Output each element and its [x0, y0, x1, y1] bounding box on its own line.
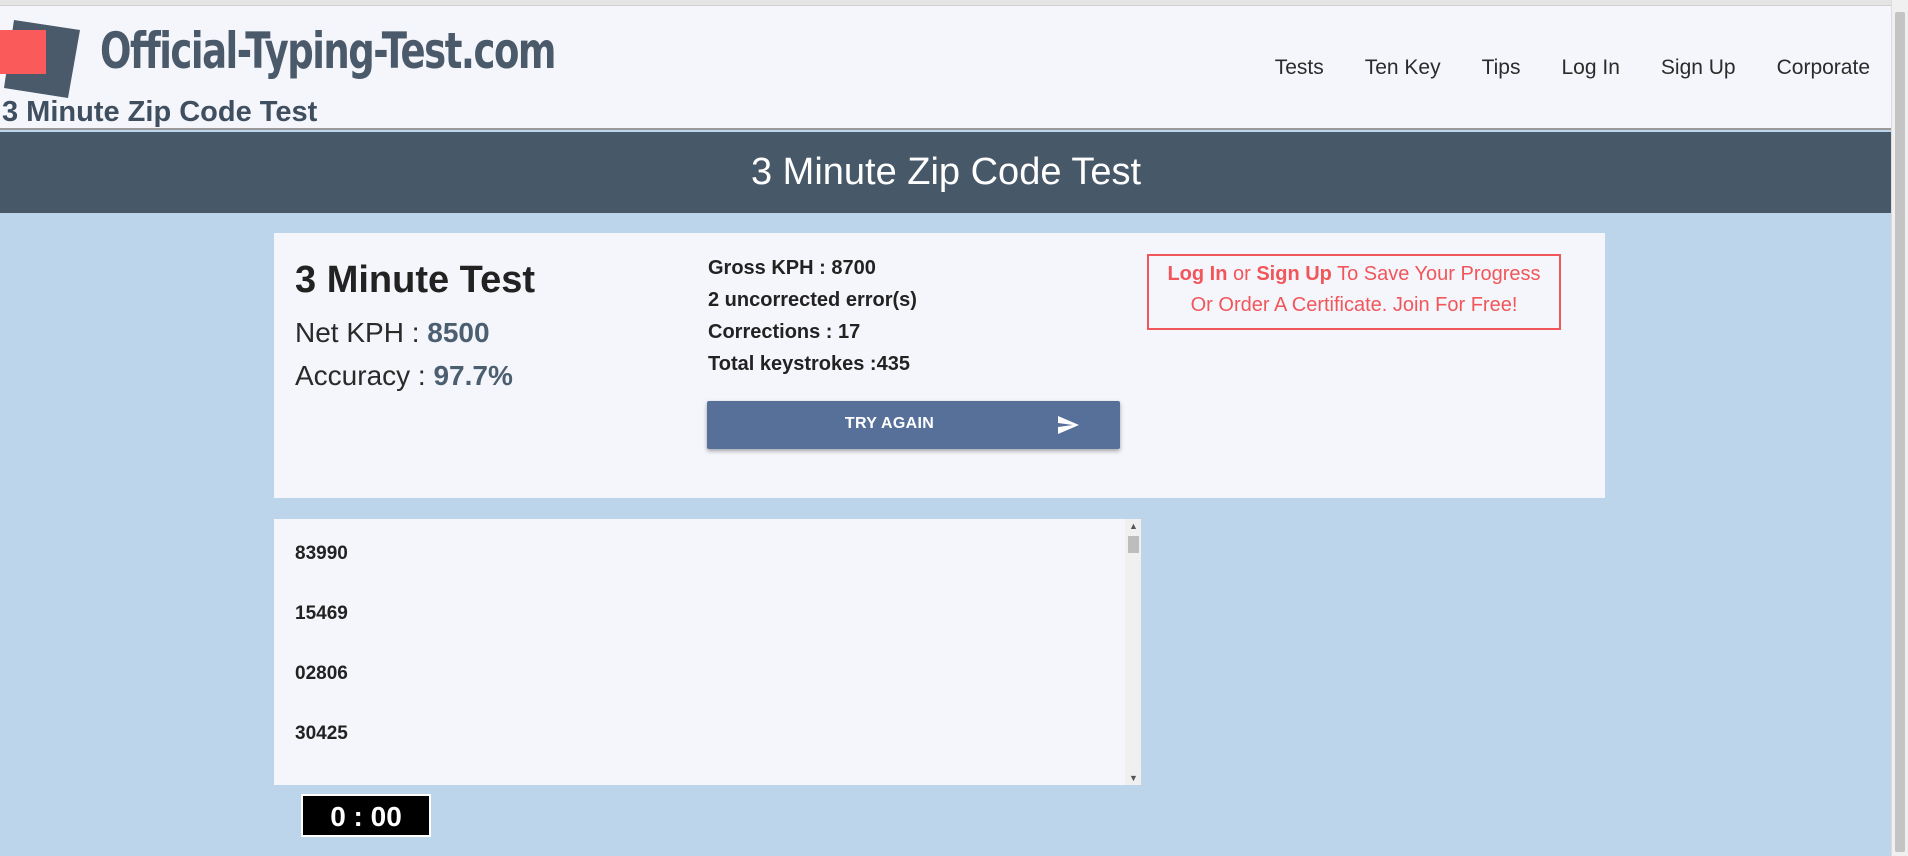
try-again-label: TRY AGAIN — [844, 415, 935, 432]
results-card: 3 Minute Test Net KPH : 8500 Accuracy : … — [274, 233, 1605, 498]
net-kph-label: Net KPH : — [295, 317, 428, 348]
scroll-down-icon[interactable]: ▼ — [1129, 773, 1138, 783]
list-item: 02806 — [295, 663, 348, 684]
logo-icon[interactable] — [0, 20, 80, 98]
list-scrollbar[interactable]: ▲ ▼ — [1125, 519, 1141, 785]
nav-sign-up[interactable]: Sign Up — [1661, 56, 1736, 80]
accuracy-stat: Accuracy : 97.7% — [295, 360, 513, 392]
accuracy-value: 97.7% — [433, 360, 513, 391]
accuracy-label: Accuracy : — [295, 360, 434, 391]
nav-ten-key[interactable]: Ten Key — [1365, 56, 1441, 80]
countdown-timer: 0 : 00 — [301, 794, 431, 837]
total-keystrokes: Total keystrokes :435 — [708, 353, 910, 375]
send-icon — [1058, 416, 1079, 434]
signup-prompt-line-2: Or Order A Certificate. Join For Free! — [1190, 294, 1518, 316]
nav-corporate[interactable]: Corporate — [1777, 56, 1870, 80]
nav-log-in[interactable]: Log In — [1562, 56, 1620, 80]
uncorrected-errors: 2 uncorrected error(s) — [708, 289, 917, 311]
try-again-button[interactable]: TRY AGAIN — [707, 401, 1120, 449]
scroll-thumb[interactable] — [1128, 536, 1139, 553]
list-item: 83990 — [295, 543, 348, 564]
gross-kph: Gross KPH : 8700 — [708, 257, 876, 279]
page-subtitle: 3 Minute Zip Code Test — [2, 96, 318, 128]
net-kph-value: 8500 — [427, 317, 490, 348]
nav-tips[interactable]: Tips — [1482, 56, 1521, 80]
list-item: 15469 — [295, 603, 348, 624]
site-header: Official-Typing-Test.com 3 Minute Zip Co… — [0, 6, 1892, 130]
scroll-up-icon[interactable]: ▲ — [1129, 521, 1138, 531]
page-scroll-thumb[interactable] — [1895, 12, 1905, 852]
signup-prompt-line-1: Log In or Sign Up To Save Your Progress — [1149, 259, 1559, 290]
page-title-banner: 3 Minute Zip Code Test — [0, 132, 1892, 213]
results-heading: 3 Minute Test — [295, 259, 535, 301]
zip-code-list[interactable]: 83990 15469 02806 30425 ▲ ▼ — [274, 519, 1141, 785]
cta-log-in-link[interactable]: Log In — [1167, 263, 1227, 285]
cta-or-text: or — [1227, 263, 1257, 285]
signup-prompt: Log In or Sign Up To Save Your Progress … — [1147, 254, 1561, 330]
main-nav: Tests Ten Key Tips Log In Sign Up Corpor… — [1234, 56, 1870, 80]
corrections-count: Corrections : 17 — [708, 321, 861, 343]
nav-tests[interactable]: Tests — [1275, 56, 1324, 80]
page-scrollbar[interactable] — [1891, 0, 1908, 856]
cta-sign-up-link[interactable]: Sign Up — [1256, 263, 1332, 285]
cta-save-text: To Save Your Progress — [1331, 263, 1541, 285]
net-kph-stat: Net KPH : 8500 — [295, 317, 490, 349]
site-logo-text[interactable]: Official-Typing-Test.com — [100, 22, 556, 80]
list-item: 30425 — [295, 723, 348, 744]
